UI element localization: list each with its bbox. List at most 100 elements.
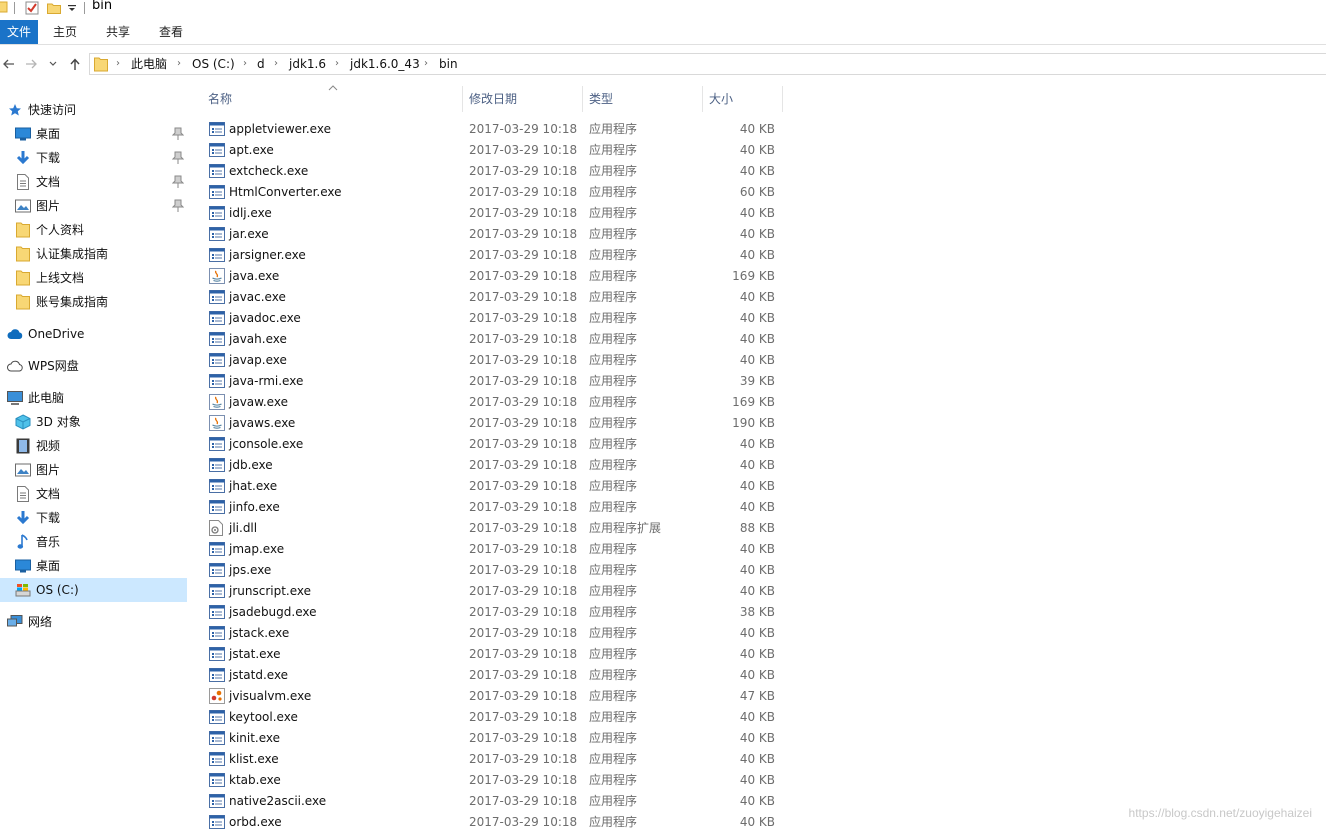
sidebar-item[interactable]: 文档: [0, 170, 187, 194]
sidebar-item[interactable]: 图片: [0, 458, 187, 482]
file-modified-date: 2017-03-29 10:18: [469, 290, 578, 304]
sidebar-item[interactable]: 文档: [0, 482, 187, 506]
tab-share[interactable]: 共享: [99, 20, 137, 44]
sidebar-item[interactable]: 图片: [0, 194, 187, 218]
up-button[interactable]: [66, 54, 84, 74]
column-divider[interactable]: [462, 86, 463, 112]
sidebar-item[interactable]: 桌面: [0, 122, 187, 146]
file-row[interactable]: jmap.exe 2017-03-29 10:18 应用程序 40 KB: [190, 539, 790, 560]
file-row[interactable]: jinfo.exe 2017-03-29 10:18 应用程序 40 KB: [190, 497, 790, 518]
tab-view[interactable]: 查看: [152, 20, 190, 44]
sidebar-item[interactable]: OneDrive: [0, 322, 187, 346]
file-name: javah.exe: [229, 332, 287, 346]
tab-home[interactable]: 主页: [46, 20, 84, 44]
breadcrumb-os-c[interactable]: OS (C:): [192, 54, 235, 74]
sidebar-item[interactable]: 网络: [0, 610, 187, 634]
file-row[interactable]: HtmlConverter.exe 2017-03-29 10:18 应用程序 60 …: [190, 182, 790, 203]
file-row[interactable]: appletviewer.exe 2017-03-29 10:18 应用程序 40 K…: [190, 119, 790, 140]
folder-icon[interactable]: [0, 0, 8, 14]
file-row[interactable]: jstatd.exe 2017-03-29 10:18 应用程序 40 KB: [190, 665, 790, 686]
sidebar-item[interactable]: 账号集成指南: [0, 290, 187, 314]
sidebar-item[interactable]: 快速访问: [0, 98, 187, 122]
recent-locations-button[interactable]: [46, 54, 60, 74]
file-row[interactable]: idlj.exe 2017-03-29 10:18 应用程序 40 KB: [190, 203, 790, 224]
file-name: native2ascii.exe: [229, 794, 327, 808]
file-row[interactable]: native2ascii.exe 2017-03-29 10:18 应用程序 40 K…: [190, 791, 790, 812]
file-row[interactable]: jar.exe 2017-03-29 10:18 应用程序 40 KB: [190, 224, 790, 245]
watermark: https://blog.csdn.net/zuoyigehaizei: [1128, 806, 1312, 820]
file-row[interactable]: jconsole.exe 2017-03-29 10:18 应用程序 40 KB: [190, 434, 790, 455]
document-icon: [15, 486, 31, 502]
folder-icon: [15, 270, 31, 286]
file-row[interactable]: extcheck.exe 2017-03-29 10:18 应用程序 40 KB: [190, 161, 790, 182]
file-row[interactable]: jli.dll 2017-03-29 10:18 应用程序扩展 88 KB: [190, 518, 790, 539]
pin-icon[interactable]: [171, 127, 185, 141]
breadcrumb-jdk16043[interactable]: jdk1.6.0_43: [350, 54, 420, 74]
file-row[interactable]: klist.exe 2017-03-29 10:18 应用程序 40 KB: [190, 749, 790, 770]
sidebar-item[interactable]: 音乐: [0, 530, 187, 554]
sidebar-item[interactable]: 上线文档: [0, 266, 187, 290]
column-header-name[interactable]: 名称: [208, 86, 232, 112]
file-row[interactable]: keytool.exe 2017-03-29 10:18 应用程序 40 KB: [190, 707, 790, 728]
file-row[interactable]: java-rmi.exe 2017-03-29 10:18 应用程序 39 KB: [190, 371, 790, 392]
pin-icon[interactable]: [171, 151, 185, 165]
file-row[interactable]: javaws.exe 2017-03-29 10:18 应用程序 190 KB: [190, 413, 790, 434]
application-icon: [209, 457, 225, 473]
file-row[interactable]: javadoc.exe 2017-03-29 10:18 应用程序 40 KB: [190, 308, 790, 329]
file-row[interactable]: jhat.exe 2017-03-29 10:18 应用程序 40 KB: [190, 476, 790, 497]
column-header-size[interactable]: 大小: [709, 86, 733, 112]
column-header-type[interactable]: 类型: [589, 86, 613, 112]
sidebar-item[interactable]: 个人资料: [0, 218, 187, 242]
breadcrumb-this-pc[interactable]: 此电脑: [131, 54, 167, 74]
properties-checkbox-icon[interactable]: [24, 0, 40, 16]
sidebar-item[interactable]: WPS网盘: [0, 354, 187, 378]
file-type: 应用程序扩展: [589, 521, 662, 535]
file-row[interactable]: jdb.exe 2017-03-29 10:18 应用程序 40 KB: [190, 455, 790, 476]
file-row[interactable]: jrunscript.exe 2017-03-29 10:18 应用程序 40 KB: [190, 581, 790, 602]
column-header-date[interactable]: 修改日期: [469, 86, 517, 112]
sidebar-item[interactable]: 此电脑: [0, 386, 187, 410]
sidebar-item[interactable]: 下载: [0, 146, 187, 170]
file-row[interactable]: jstack.exe 2017-03-29 10:18 应用程序 40 KB: [190, 623, 790, 644]
file-row[interactable]: kinit.exe 2017-03-29 10:18 应用程序 40 KB: [190, 728, 790, 749]
breadcrumb-d[interactable]: d: [257, 54, 265, 74]
sidebar-item[interactable]: 下载: [0, 506, 187, 530]
forward-button[interactable]: [22, 54, 40, 74]
file-row[interactable]: java.exe 2017-03-29 10:18 应用程序 169 KB: [190, 266, 790, 287]
pin-icon[interactable]: [171, 175, 185, 189]
tab-file[interactable]: 文件: [0, 20, 38, 44]
sidebar-item[interactable]: 3D 对象: [0, 410, 187, 434]
file-row[interactable]: javaw.exe 2017-03-29 10:18 应用程序 169 KB: [190, 392, 790, 413]
file-size: 40 KB: [739, 563, 775, 577]
column-divider[interactable]: [702, 86, 703, 112]
sidebar-item[interactable]: OS (C:): [0, 578, 187, 602]
application-icon: [209, 121, 225, 137]
sidebar-item-label: 此电脑: [28, 391, 65, 405]
file-modified-date: 2017-03-29 10:18: [469, 773, 578, 787]
back-button[interactable]: [0, 54, 18, 74]
file-row[interactable]: javah.exe 2017-03-29 10:18 应用程序 40 KB: [190, 329, 790, 350]
file-row[interactable]: javap.exe 2017-03-29 10:18 应用程序 40 KB: [190, 350, 790, 371]
file-size: 40 KB: [739, 752, 775, 766]
file-row[interactable]: jsadebugd.exe 2017-03-29 10:18 应用程序 38 KB: [190, 602, 790, 623]
customize-toolbar-icon[interactable]: [66, 0, 78, 16]
application-icon: [209, 205, 225, 221]
pin-icon[interactable]: [171, 199, 185, 213]
file-row[interactable]: jvisualvm.exe 2017-03-29 10:18 应用程序 47 KB: [190, 686, 790, 707]
file-row[interactable]: jps.exe 2017-03-29 10:18 应用程序 40 KB: [190, 560, 790, 581]
file-row[interactable]: jstat.exe 2017-03-29 10:18 应用程序 40 KB: [190, 644, 790, 665]
sidebar-item[interactable]: 桌面: [0, 554, 187, 578]
sidebar-item[interactable]: 视频: [0, 434, 187, 458]
file-size: 40 KB: [739, 731, 775, 745]
breadcrumb-jdk16[interactable]: jdk1.6: [289, 54, 326, 74]
file-row[interactable]: ktab.exe 2017-03-29 10:18 应用程序 40 KB: [190, 770, 790, 791]
file-row[interactable]: javac.exe 2017-03-29 10:18 应用程序 40 KB: [190, 287, 790, 308]
breadcrumb-bin[interactable]: bin: [439, 54, 458, 74]
sidebar-item[interactable]: 认证集成指南: [0, 242, 187, 266]
file-row[interactable]: jarsigner.exe 2017-03-29 10:18 应用程序 40 KB: [190, 245, 790, 266]
column-divider[interactable]: [582, 86, 583, 112]
column-divider[interactable]: [782, 86, 783, 112]
new-folder-icon[interactable]: [46, 0, 62, 16]
file-row[interactable]: apt.exe 2017-03-29 10:18 应用程序 40 KB: [190, 140, 790, 161]
address-bar[interactable]: › 此电脑 › OS (C:) › d › jdk1.6 › jdk1.6.0_…: [89, 53, 1326, 75]
